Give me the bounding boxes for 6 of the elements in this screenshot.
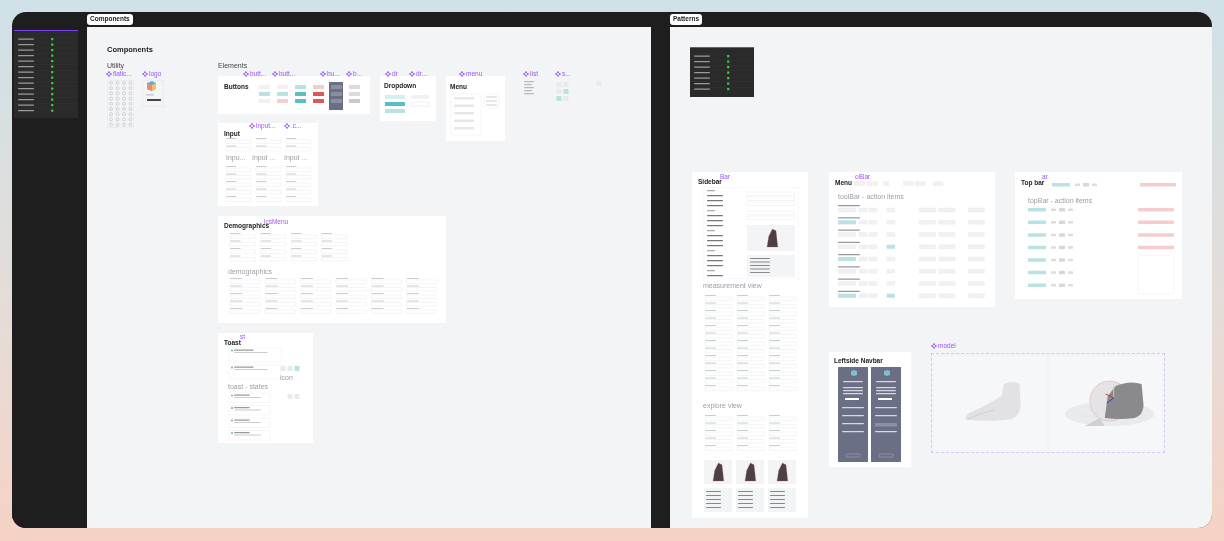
icon-grid-drawing — [107, 80, 134, 128]
menu-sample-drawing — [450, 93, 500, 137]
status-table-drawing — [690, 47, 754, 97]
toast-samples-drawing — [228, 392, 273, 442]
logo-drawing — [142, 80, 164, 107]
chip-samples-drawing — [280, 365, 302, 373]
